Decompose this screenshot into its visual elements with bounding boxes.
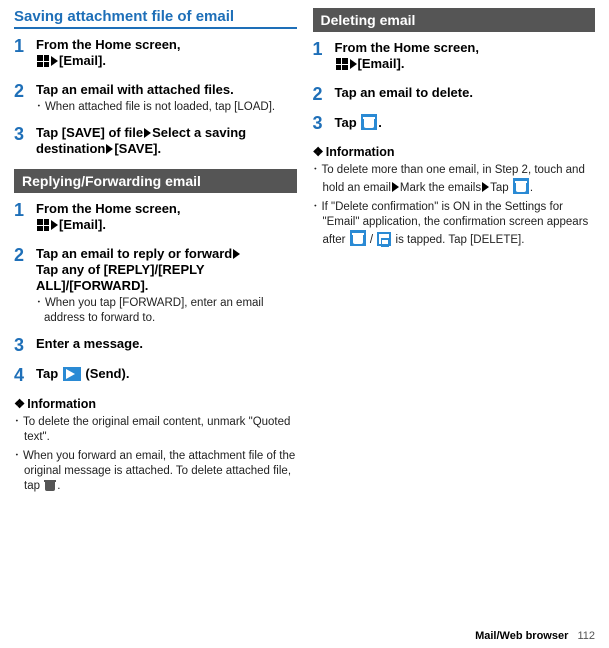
- step-number: 1: [14, 201, 36, 236]
- step-number: 3: [313, 114, 335, 134]
- step-number: 1: [14, 37, 36, 72]
- text: Tap: [335, 115, 361, 130]
- step-title: Tap an email to reply or forwardTap any …: [36, 246, 297, 295]
- step-row: 1 From the Home screen, [Email].: [14, 37, 297, 72]
- step-title: Tap .: [335, 114, 596, 131]
- step-number: 2: [313, 85, 335, 105]
- step-number: 4: [14, 366, 36, 386]
- step-row: 4 Tap (Send).: [14, 366, 297, 386]
- info-heading: Information: [14, 396, 297, 411]
- step-number: 2: [14, 246, 36, 327]
- step-body: Tap (Send).: [36, 366, 297, 386]
- text: .: [530, 182, 533, 194]
- step-body: Tap .: [335, 114, 596, 134]
- arrow-icon: [51, 56, 58, 66]
- step-number: 3: [14, 125, 36, 160]
- apps-grid-icon: [336, 58, 348, 70]
- step-body: From the Home screen, [Email].: [335, 40, 596, 75]
- trash-icon: [513, 178, 529, 194]
- section-header: Replying/Forwarding email: [14, 169, 297, 193]
- step-title: From the Home screen, [Email].: [36, 201, 297, 234]
- info-item: When you forward an email, the attachmen…: [14, 449, 297, 494]
- info-item: To delete more than one email, in Step 2…: [313, 163, 596, 196]
- arrow-icon: [144, 128, 151, 138]
- text: Tap an email to reply or forward: [36, 246, 232, 261]
- step-body: Tap [SAVE] of fileSelect a saving destin…: [36, 125, 297, 160]
- info-heading: Information: [313, 144, 596, 159]
- trash-icon: [361, 114, 377, 130]
- step-body: From the Home screen, [Email].: [36, 37, 297, 72]
- text: From the Home screen,: [36, 37, 181, 52]
- arrow-icon: [233, 249, 240, 259]
- text: .: [57, 480, 60, 492]
- step-title: Tap an email to delete.: [335, 85, 596, 101]
- text: [Email].: [59, 53, 106, 68]
- info-item: If "Delete confirmation" is ON in the Se…: [313, 200, 596, 248]
- step-row: 2 Tap an email to reply or forwardTap an…: [14, 246, 297, 327]
- text: Tap: [490, 182, 512, 194]
- step-number: 1: [313, 40, 335, 75]
- step-title: Tap an email with attached files.: [36, 82, 297, 98]
- footer: Mail/Web browser 112: [475, 630, 595, 642]
- step-row: 3 Tap .: [313, 114, 596, 134]
- step-row: 2 Tap an email with attached files. When…: [14, 82, 297, 115]
- text: Mark the emails: [400, 182, 481, 194]
- left-column: Saving attachment file of email 1 From t…: [0, 0, 305, 648]
- text: (Send).: [82, 366, 130, 381]
- step-note: When you tap [FORWARD], enter an email a…: [36, 296, 297, 326]
- step-body: Tap an email with attached files. When a…: [36, 82, 297, 115]
- step-number: 3: [14, 336, 36, 356]
- arrow-icon: [392, 182, 399, 192]
- step-note: When attached file is not loaded, tap [L…: [36, 100, 297, 115]
- step-row: 3 Enter a message.: [14, 336, 297, 356]
- right-column: Deleting email 1 From the Home screen, […: [305, 0, 609, 648]
- arrow-icon: [51, 220, 58, 230]
- step-body: From the Home screen, [Email].: [36, 201, 297, 236]
- step-title: Enter a message.: [36, 336, 297, 352]
- text: [Email].: [59, 217, 106, 232]
- text: Tap [SAVE] of file: [36, 125, 143, 140]
- page-number: 112: [577, 630, 595, 642]
- step-row: 1 From the Home screen, [Email].: [14, 201, 297, 236]
- page-title: Saving attachment file of email: [14, 8, 297, 29]
- step-body: Enter a message.: [36, 336, 297, 356]
- step-title: Tap [SAVE] of fileSelect a saving destin…: [36, 125, 297, 158]
- text: From the Home screen,: [36, 201, 181, 216]
- text: When you forward an email, the attachmen…: [23, 450, 295, 492]
- section-header: Deleting email: [313, 8, 596, 32]
- text: [SAVE].: [114, 141, 161, 156]
- text: From the Home screen,: [335, 40, 480, 55]
- step-number: 2: [14, 82, 36, 115]
- step-body: Tap an email to delete.: [335, 85, 596, 105]
- step-row: 1 From the Home screen, [Email].: [313, 40, 596, 75]
- text: /: [367, 234, 377, 246]
- step-row: 3 Tap [SAVE] of fileSelect a saving dest…: [14, 125, 297, 160]
- footer-label: Mail/Web browser: [475, 630, 568, 642]
- step-title: Tap (Send).: [36, 366, 297, 382]
- text: [Email].: [358, 56, 405, 71]
- arrow-icon: [106, 144, 113, 154]
- text: Tap: [36, 366, 62, 381]
- text: is tapped. Tap [DELETE].: [392, 234, 524, 246]
- step-title: From the Home screen, [Email].: [36, 37, 297, 70]
- arrow-icon: [350, 59, 357, 69]
- send-icon: [63, 367, 81, 381]
- page: Saving attachment file of email 1 From t…: [0, 0, 609, 648]
- step-title: From the Home screen, [Email].: [335, 40, 596, 73]
- info-item: To delete the original email content, un…: [14, 415, 297, 445]
- trash-outline-icon: [377, 232, 391, 246]
- step-body: Tap an email to reply or forwardTap any …: [36, 246, 297, 327]
- apps-grid-icon: [37, 219, 49, 231]
- trash-icon: [44, 479, 56, 491]
- step-row: 2 Tap an email to delete.: [313, 85, 596, 105]
- apps-grid-icon: [37, 55, 49, 67]
- text: .: [378, 115, 382, 130]
- trash-icon: [350, 230, 366, 246]
- arrow-icon: [482, 182, 489, 192]
- text: Tap any of [REPLY]/[REPLY ALL]/[FORWARD]…: [36, 262, 204, 293]
